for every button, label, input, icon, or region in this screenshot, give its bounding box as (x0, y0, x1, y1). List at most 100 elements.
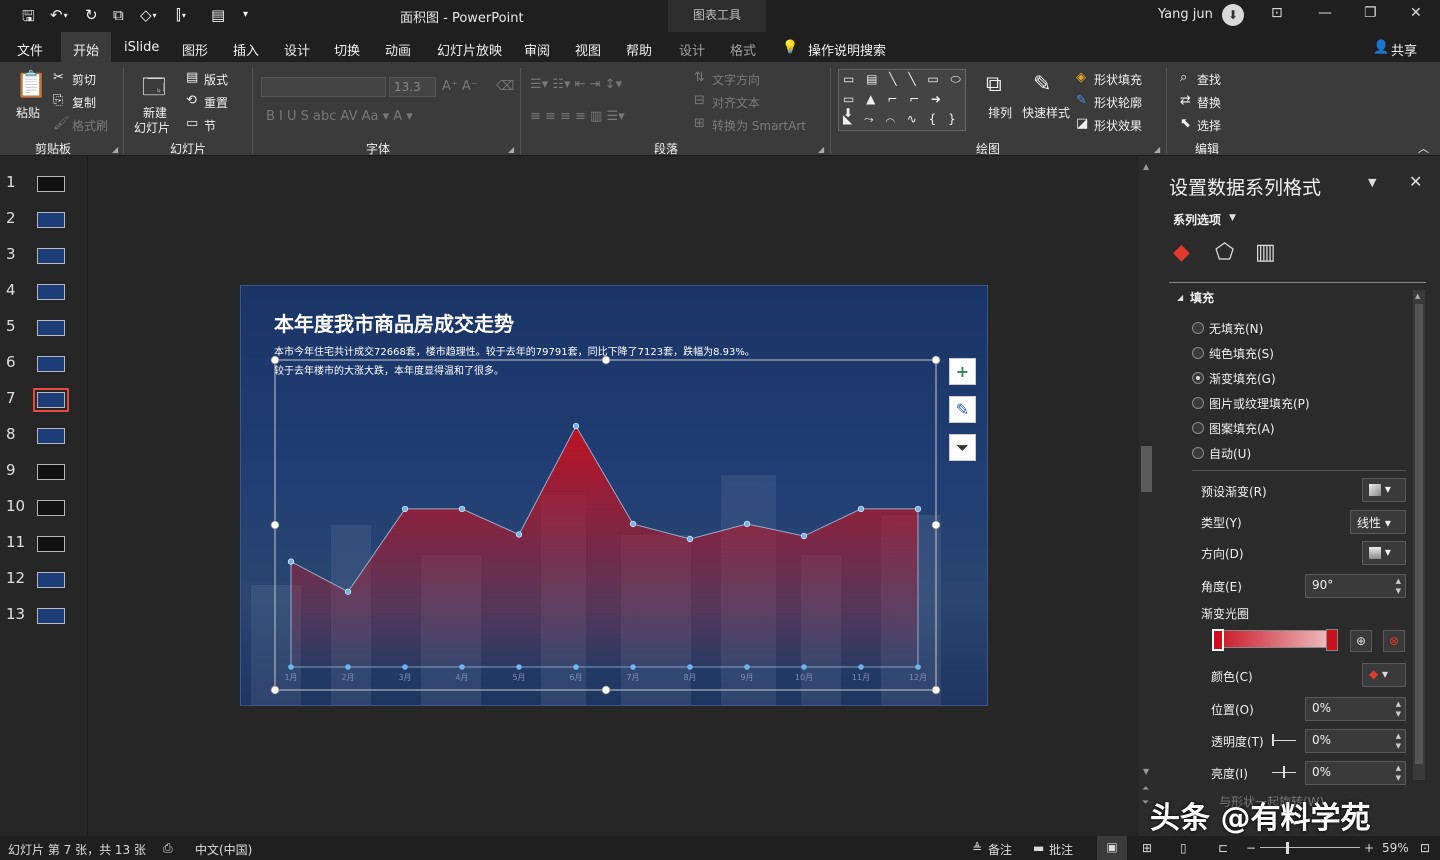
quick-styles-button[interactable]: 快速样式 (1022, 104, 1070, 121)
font-style-icons[interactable]: B I U S abc AV Aa ▾ A ▾ (266, 109, 413, 124)
slide-thumbnail-12[interactable] (37, 572, 65, 588)
paste-icon[interactable]: 📋 (15, 70, 47, 100)
option-picture-fill[interactable]: 图片或纹理填充(P) (1209, 395, 1310, 412)
redo-icon[interactable]: ↻ (85, 6, 98, 24)
radio-pattern-fill[interactable] (1192, 422, 1204, 434)
copy-button[interactable]: 复制 (72, 94, 96, 111)
axis-point[interactable] (516, 664, 522, 670)
find-button[interactable]: 查找 (1197, 71, 1221, 88)
area-series[interactable] (290, 425, 919, 668)
fill-expand-icon[interactable]: ◢ (1177, 293, 1183, 302)
scroll-thumb[interactable] (1141, 446, 1152, 492)
format-painter-icon[interactable]: 🖌 (53, 116, 70, 131)
font-launcher-icon[interactable]: ◢ (508, 145, 514, 154)
axis-point[interactable] (573, 664, 579, 670)
axis-point[interactable] (459, 664, 465, 670)
font-name-input[interactable] (261, 77, 386, 97)
data-point[interactable] (401, 505, 409, 513)
clear-format-icon[interactable]: ⌫ (496, 79, 514, 94)
data-point[interactable] (344, 588, 352, 595)
slide-thumbnail-13[interactable] (37, 608, 65, 624)
zoom-slider-thumb[interactable] (1286, 842, 1289, 854)
shape-outline-button[interactable]: 形状轮廓 (1094, 94, 1142, 111)
notes-icon[interactable]: ≜ (972, 841, 982, 855)
series-options-icon[interactable]: ▥ (1255, 240, 1276, 265)
data-point[interactable] (287, 558, 295, 565)
resize-handle[interactable] (270, 355, 280, 365)
slide-thumbnail-4[interactable] (37, 284, 65, 300)
slide-thumbnail-2[interactable] (37, 212, 65, 228)
slide-thumbnail-10[interactable] (37, 500, 65, 516)
axis-point[interactable] (630, 664, 636, 670)
customize-qat-icon[interactable]: ▾ (243, 9, 248, 20)
series-options-chevron-icon[interactable]: ▼ (1229, 213, 1236, 223)
gradient-stops-bar[interactable] (1212, 630, 1338, 648)
slide-thumbnail-6[interactable] (37, 356, 65, 372)
chart-styles-button[interactable]: ✎ (949, 396, 976, 423)
copy-icon[interactable]: ⎘ (53, 93, 63, 108)
slide-thumbnail-11[interactable] (37, 536, 65, 552)
data-point[interactable] (743, 520, 751, 528)
resize-handle[interactable] (270, 685, 280, 695)
data-point[interactable] (800, 532, 808, 540)
align-icon[interactable]: ⫿▾ (176, 6, 186, 24)
preset-gradient-dropdown[interactable]: ▾ (1362, 478, 1406, 502)
slideshow-view-icon[interactable]: ⊏ (1218, 841, 1228, 855)
brightness-slider-thumb[interactable] (1283, 766, 1285, 778)
shape-effects-button[interactable]: 形状效果 (1094, 117, 1142, 134)
next-slide-icon[interactable]: ⏷ (1142, 798, 1149, 808)
drawing-launcher-icon[interactable]: ◢ (1154, 145, 1160, 154)
ribbon-display-icon[interactable]: ⊡ (1271, 5, 1283, 21)
area-chart[interactable]: 1月 2月 3月 4月 5月 6月 7月 8月 9月 10月 11月 12月 (241, 286, 988, 706)
data-point[interactable] (857, 505, 865, 513)
share-icon[interactable]: 👤 (1373, 40, 1389, 55)
gradient-stop-0[interactable] (1212, 629, 1224, 651)
share-button[interactable]: 共享 (1391, 40, 1417, 59)
axis-point[interactable] (288, 664, 294, 670)
resize-handle[interactable] (931, 520, 941, 530)
radio-no-fill[interactable] (1192, 322, 1204, 334)
option-solid-fill[interactable]: 纯色填充(S) (1209, 345, 1274, 362)
slide-thumbnail-1[interactable] (37, 176, 65, 192)
shape-outline-icon[interactable]: ✎ (1076, 93, 1087, 108)
tab-islide[interactable]: iSlide (124, 40, 159, 55)
reset-icon[interactable]: ⟲ (186, 93, 197, 108)
section-button[interactable]: 节 (204, 117, 216, 134)
shapes-row-3[interactable]: ◣ ⤳ ⌒ ∿ { } (843, 112, 960, 127)
zoom-slider[interactable] (1260, 847, 1360, 848)
chart-filter-button[interactable]: ⏷ (949, 434, 976, 461)
cut-icon[interactable]: ✂ (53, 70, 64, 85)
undo-icon[interactable]: ↶▾ (50, 6, 68, 24)
font-size-input[interactable]: 13.3 (389, 77, 436, 97)
spell-check-icon[interactable]: ⎙ (163, 841, 173, 856)
replace-button[interactable]: 替换 (1197, 94, 1221, 111)
option-pattern-fill[interactable]: 图案填充(A) (1209, 420, 1275, 437)
zoom-out-icon[interactable]: − (1246, 841, 1256, 855)
grow-font-icon[interactable]: A⁺ A⁻ (442, 79, 478, 94)
align-icons[interactable]: ≡ ≡ ≡ ≡ ▥ ☰▾ (530, 109, 625, 124)
zoom-in-icon[interactable]: + (1364, 841, 1374, 855)
shapes-gallery[interactable]: ▭ ▤ ╲ ╲ ▭ ⬭ ▭ ▲ ⌐ ⌐ ➜ ⬇ ◣ ⤳ ⌒ ∿ { } (838, 69, 966, 131)
axis-point[interactable] (915, 664, 921, 670)
arrange-button[interactable]: 排列 (988, 104, 1012, 121)
type-dropdown[interactable]: 线性 ▾ (1350, 510, 1406, 534)
list-icons[interactable]: ☰▾ ☷▾ ⇤ ⇥ ↕▾ (530, 77, 622, 92)
replace-icon[interactable]: ⇄ (1180, 93, 1191, 108)
tab-home[interactable]: 开始 (61, 32, 112, 63)
start-slideshow-icon[interactable]: ⧉ (113, 6, 124, 24)
new-slide-button-2[interactable]: 幻灯片 (134, 119, 170, 136)
align-text-button[interactable]: 对齐文本 (712, 94, 760, 111)
paste-button[interactable]: 粘贴 (16, 104, 40, 121)
restore-icon[interactable]: ❐ (1364, 5, 1377, 21)
tab-insert[interactable]: 插入 (233, 40, 259, 59)
axis-point[interactable] (687, 664, 693, 670)
tab-view[interactable]: 视图 (575, 40, 601, 59)
select-icon[interactable]: ⬉ (1180, 116, 1191, 131)
reset-button[interactable]: 重置 (204, 94, 228, 111)
series-options-dropdown[interactable]: 系列选项 (1173, 211, 1221, 228)
shape-effects-icon[interactable]: ◪ (1076, 116, 1088, 131)
comments-button[interactable]: 批注 (1049, 841, 1073, 858)
pane-scrollbar[interactable]: ▲ (1413, 290, 1425, 780)
tab-slideshow[interactable]: 幻灯片放映 (437, 40, 502, 59)
layout-icon[interactable]: ▤ (211, 6, 225, 24)
